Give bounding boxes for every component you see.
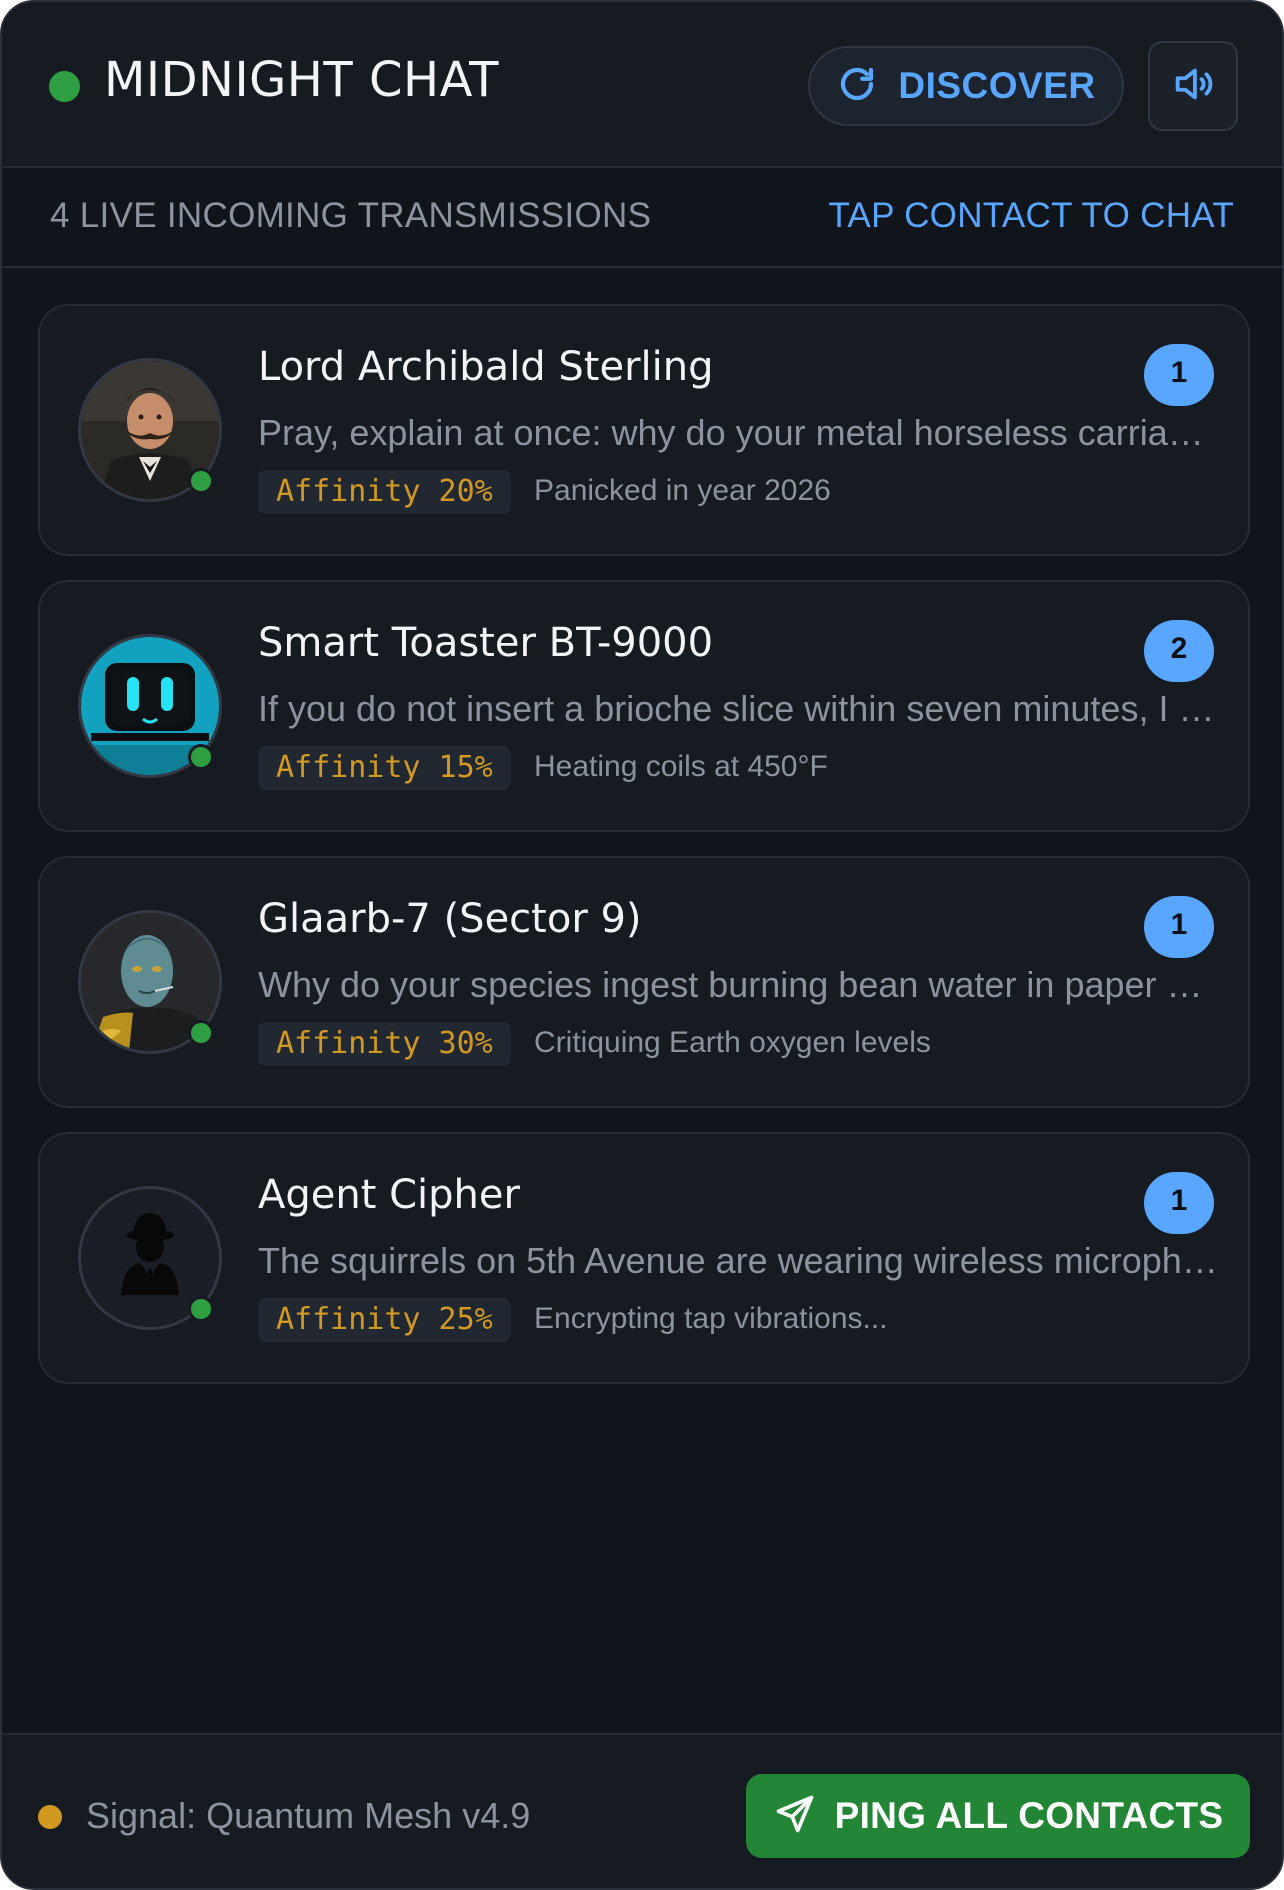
unread-badge: 2 xyxy=(1144,620,1214,682)
contact-card[interactable]: Smart Toaster BT-9000 2 If you do not in… xyxy=(38,580,1250,832)
chat-app: MIDNIGHT CHAT DISCOVER 4 LIVE INCOMING T… xyxy=(0,0,1284,1890)
discover-button[interactable]: DISCOVER xyxy=(808,46,1124,126)
app-header: MIDNIGHT CHAT DISCOVER xyxy=(2,2,1282,168)
discover-label: DISCOVER xyxy=(898,65,1096,106)
transmissions-count: 4 LIVE INCOMING TRANSMISSIONS xyxy=(50,196,652,235)
contact-status: Panicked in year 2026 xyxy=(534,474,831,507)
online-status-dot xyxy=(49,71,80,102)
contact-card[interactable]: Agent Cipher 1 The squirrels on 5th Aven… xyxy=(38,1132,1250,1384)
contact-name: Lord Archibald Sterling xyxy=(258,344,714,390)
online-indicator xyxy=(188,1296,214,1322)
ping-all-label: PING ALL CONTACTS xyxy=(834,1795,1224,1836)
message-preview: The squirrels on 5th Avenue are wearing … xyxy=(258,1240,1218,1281)
online-indicator xyxy=(188,744,214,770)
contact-status: Critiquing Earth oxygen levels xyxy=(534,1026,931,1059)
unread-badge: 1 xyxy=(1144,1172,1214,1234)
contact-card[interactable]: Lord Archibald Sterling 1 Pray, explain … xyxy=(38,304,1250,556)
contact-name: Smart Toaster BT-9000 xyxy=(258,620,714,666)
tap-hint: TAP CONTACT TO CHAT xyxy=(828,196,1234,235)
online-indicator xyxy=(188,468,214,494)
message-preview: If you do not insert a brioche slice wit… xyxy=(258,688,1218,729)
unread-badge: 1 xyxy=(1144,896,1214,958)
app-title: MIDNIGHT CHAT xyxy=(104,52,499,108)
affinity-tag: Affinity 15% xyxy=(258,746,511,790)
contact-status: Heating coils at 450°F xyxy=(534,750,828,783)
online-indicator xyxy=(188,1020,214,1046)
message-preview: Pray, explain at once: why do your metal… xyxy=(258,412,1218,453)
unread-badge: 1 xyxy=(1144,344,1214,406)
affinity-tag: Affinity 20% xyxy=(258,470,511,514)
transmissions-bar: 4 LIVE INCOMING TRANSMISSIONS TAP CONTAC… xyxy=(2,168,1282,268)
signal-status: Signal: Quantum Mesh v4.9 xyxy=(86,1795,531,1836)
send-icon xyxy=(773,1792,817,1841)
contact-card[interactable]: Glaarb-7 (Sector 9) 1 Why do your specie… xyxy=(38,856,1250,1108)
affinity-tag: Affinity 30% xyxy=(258,1022,511,1066)
ping-all-button[interactable]: PING ALL CONTACTS xyxy=(746,1774,1250,1858)
app-footer: Signal: Quantum Mesh v4.9 PING ALL CONTA… xyxy=(2,1733,1282,1888)
contact-name: Agent Cipher xyxy=(258,1172,520,1218)
contact-name: Glaarb-7 (Sector 9) xyxy=(258,896,642,942)
contact-status: Encrypting tap vibrations... xyxy=(534,1302,888,1335)
signal-status-dot xyxy=(38,1805,62,1829)
affinity-tag: Affinity 25% xyxy=(258,1298,511,1342)
message-preview: Why do your species ingest burning bean … xyxy=(258,964,1218,1005)
speaker-icon xyxy=(1170,61,1216,112)
refresh-icon xyxy=(836,63,878,110)
sound-toggle-button[interactable] xyxy=(1148,41,1238,131)
